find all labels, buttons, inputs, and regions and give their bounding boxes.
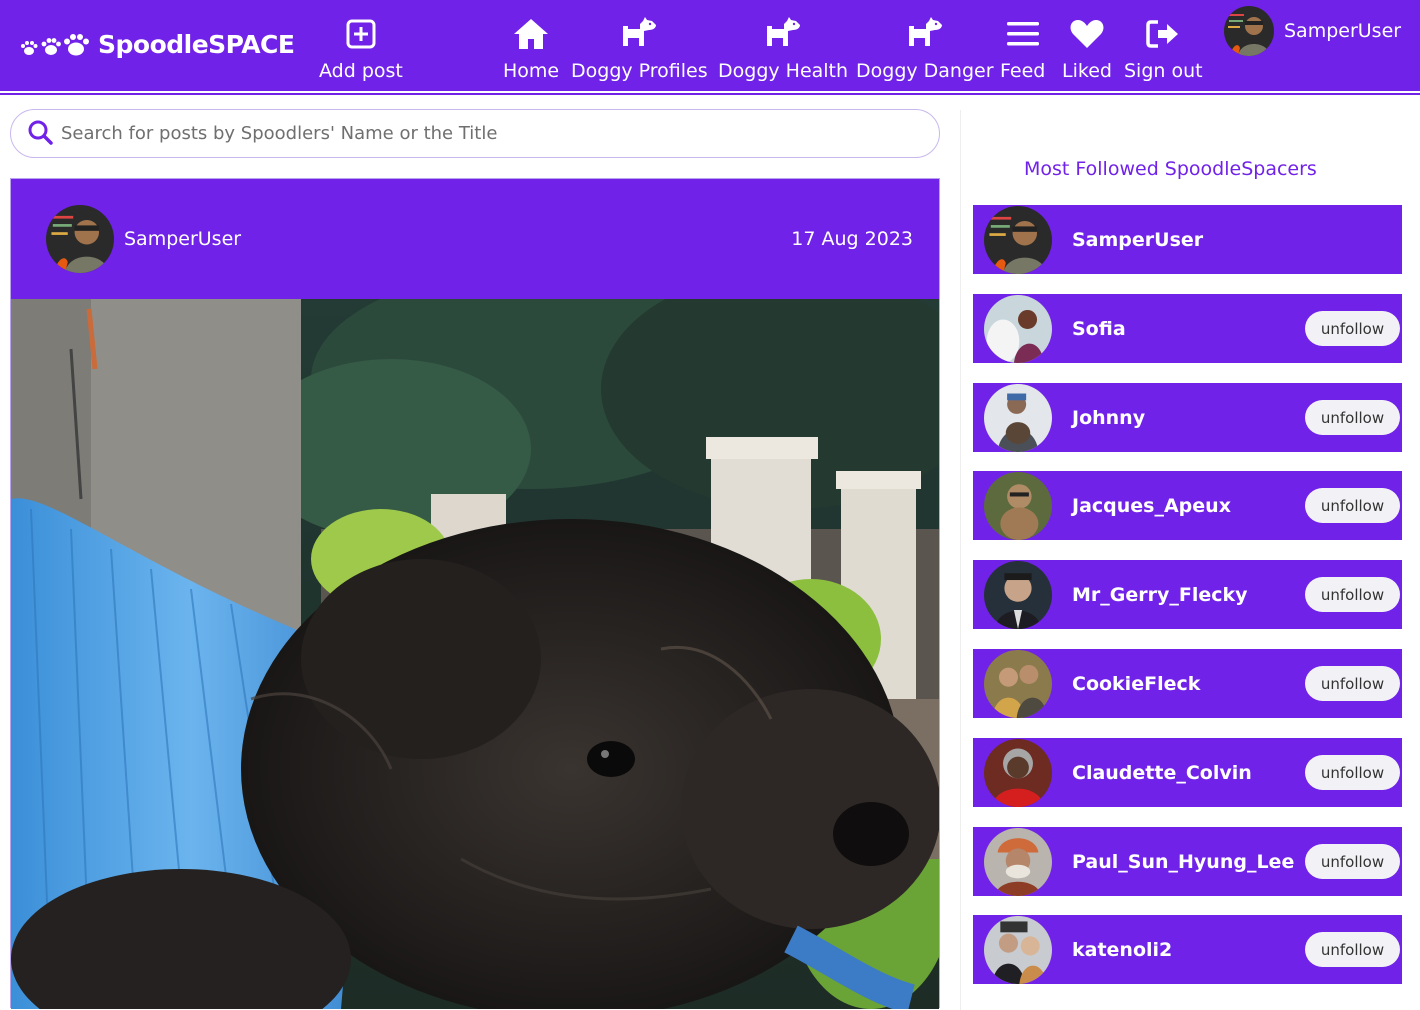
profile-name: Mr_Gerry_Flecky xyxy=(1072,583,1248,606)
search-icon xyxy=(27,119,53,149)
profile-name: SamperUser xyxy=(1072,228,1204,251)
profile-row-johnny[interactable]: Johnny unfollow xyxy=(973,383,1402,452)
nav-home[interactable]: Home xyxy=(503,14,559,82)
nav-feed-label: Feed xyxy=(1000,60,1046,82)
avatar xyxy=(984,294,1052,363)
post-image[interactable] xyxy=(11,299,939,1009)
nav-profile[interactable]: SamperUser xyxy=(1224,6,1401,56)
avatar xyxy=(984,649,1052,718)
avatar xyxy=(984,383,1052,452)
profile-row-mr-gerry-flecky[interactable]: Mr_Gerry_Flecky unfollow xyxy=(973,560,1402,629)
post-card: SamperUser 17 Aug 2023 xyxy=(10,178,940,1009)
house-icon xyxy=(512,14,550,54)
profile-row-sofia[interactable]: Sofia unfollow xyxy=(973,294,1402,363)
most-followed-sidebar: Most Followed SpoodleSpacers SamperUser … xyxy=(960,110,1414,1010)
avatar xyxy=(984,738,1052,807)
unfollow-button[interactable]: unfollow xyxy=(1305,844,1400,879)
nav-liked-label: Liked xyxy=(1062,60,1112,82)
nav-feed[interactable]: Feed xyxy=(1000,14,1045,82)
top-navbar: SpoodleSPACE Add post Home Doggy Profile… xyxy=(0,0,1420,95)
nav-add-post[interactable]: Add post xyxy=(319,14,403,82)
dog-icon xyxy=(905,14,945,54)
avatar xyxy=(984,915,1052,984)
profile-name: katenoli2 xyxy=(1072,938,1173,961)
avatar xyxy=(1224,6,1274,56)
brand-name: SpoodleSPACE xyxy=(98,30,295,59)
plus-square-icon xyxy=(346,14,376,54)
profile-name: Paul_Sun_Hyung_Lee xyxy=(1072,850,1295,873)
paw-icon xyxy=(20,32,94,58)
heart-icon xyxy=(1069,14,1105,54)
avatar xyxy=(984,205,1052,274)
nav-doggy-health[interactable]: Doggy Health xyxy=(718,14,848,82)
profile-row-katenoli2[interactable]: katenoli2 unfollow xyxy=(973,915,1402,984)
avatar xyxy=(984,560,1052,629)
profile-name: Claudette_Colvin xyxy=(1072,761,1252,784)
nav-sign-out-label: Sign out xyxy=(1124,60,1203,82)
nav-doggy-profiles-label: Doggy Profiles xyxy=(571,60,708,82)
brand-logo[interactable]: SpoodleSPACE xyxy=(20,30,295,59)
nav-home-label: Home xyxy=(503,60,560,82)
search-bar[interactable] xyxy=(10,109,940,158)
unfollow-button[interactable]: unfollow xyxy=(1305,755,1400,790)
dog-icon xyxy=(619,14,659,54)
nav-doggy-danger[interactable]: Doggy Danger xyxy=(856,14,994,82)
profile-name: Sofia xyxy=(1072,317,1126,340)
nav-doggy-danger-label: Doggy Danger xyxy=(856,60,994,82)
profile-row-cookiefleck[interactable]: CookieFleck unfollow xyxy=(973,649,1402,718)
unfollow-button[interactable]: unfollow xyxy=(1305,488,1400,523)
profile-name: Jacques_Apeux xyxy=(1072,494,1231,517)
post-date: 17 Aug 2023 xyxy=(791,228,913,250)
dog-icon xyxy=(763,14,803,54)
nav-sign-out[interactable]: Sign out xyxy=(1124,14,1203,82)
sidebar-title: Most Followed SpoodleSpacers xyxy=(1024,158,1317,180)
unfollow-button[interactable]: unfollow xyxy=(1305,666,1400,701)
search-input[interactable] xyxy=(61,123,921,144)
profile-name: Johnny xyxy=(1072,406,1146,429)
profile-name: CookieFleck xyxy=(1072,672,1201,695)
sign-out-icon xyxy=(1145,14,1181,54)
unfollow-button[interactable]: unfollow xyxy=(1305,400,1400,435)
post-author-name: SamperUser xyxy=(124,228,242,250)
nav-doggy-health-label: Doggy Health xyxy=(718,60,849,82)
avatar xyxy=(984,827,1052,896)
profile-row-paul-sun-hyung-lee[interactable]: Paul_Sun_Hyung_Lee unfollow xyxy=(973,827,1402,896)
post-header: SamperUser 17 Aug 2023 xyxy=(11,179,939,299)
profile-row-samperuser[interactable]: SamperUser xyxy=(973,205,1402,274)
nav-doggy-profiles[interactable]: Doggy Profiles xyxy=(571,14,708,82)
nav-add-post-label: Add post xyxy=(319,60,403,82)
avatar xyxy=(984,471,1052,540)
nav-username: SamperUser xyxy=(1284,20,1402,42)
nav-liked[interactable]: Liked xyxy=(1062,14,1112,82)
bars-icon xyxy=(1005,14,1041,54)
post-author[interactable]: SamperUser xyxy=(46,205,241,273)
profile-row-claudette-colvin[interactable]: Claudette_Colvin unfollow xyxy=(973,738,1402,807)
profile-row-jacques-apeux[interactable]: Jacques_Apeux unfollow xyxy=(973,471,1402,540)
avatar xyxy=(46,205,114,273)
unfollow-button[interactable]: unfollow xyxy=(1305,311,1400,346)
unfollow-button[interactable]: unfollow xyxy=(1305,932,1400,967)
unfollow-button[interactable]: unfollow xyxy=(1305,577,1400,612)
